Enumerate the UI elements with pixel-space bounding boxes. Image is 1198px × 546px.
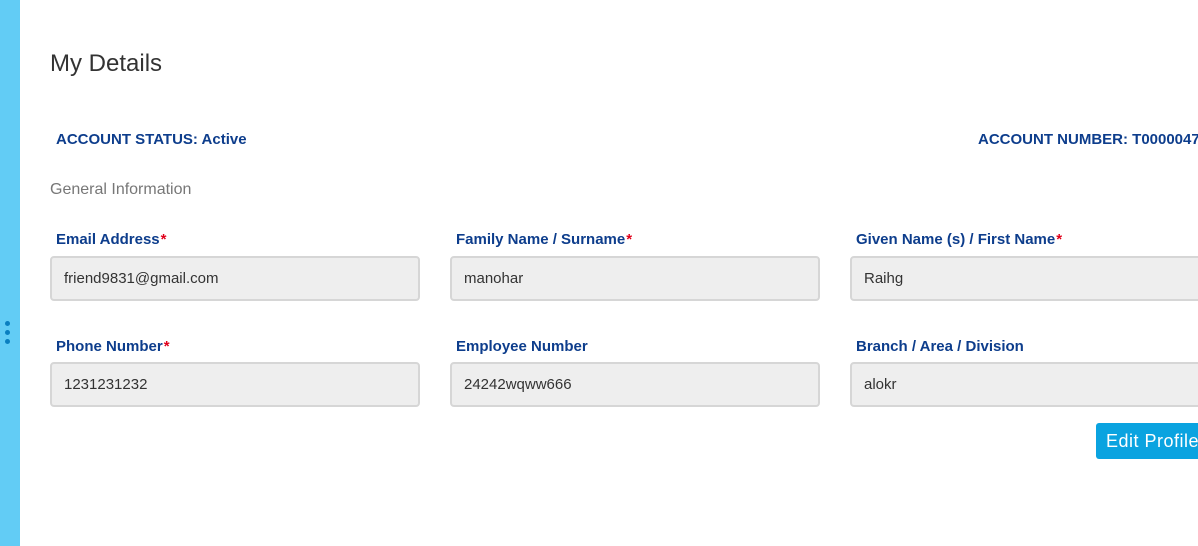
email-field[interactable] <box>50 256 420 301</box>
section-title: General Information <box>50 181 192 198</box>
employee-number-field[interactable] <box>450 362 820 407</box>
page-title: My Details <box>50 50 163 77</box>
required-marker: * <box>626 231 633 248</box>
required-marker: * <box>1056 231 1063 248</box>
phone-label: Phone Number* <box>56 338 170 355</box>
email-label: Email Address* <box>56 231 167 248</box>
branch-label: Branch / Area / Division <box>856 338 1024 355</box>
family-name-label-text: Family Name / Surname <box>456 231 626 248</box>
family-name-field[interactable] <box>450 256 820 301</box>
phone-field[interactable] <box>50 362 420 407</box>
given-name-field[interactable] <box>850 256 1198 301</box>
email-label-text: Email Address <box>56 231 160 248</box>
given-name-label-text: Given Name (s) / First Name <box>856 231 1056 248</box>
family-name-label: Family Name / Surname* <box>456 231 632 248</box>
ellipsis-dot <box>5 339 10 344</box>
edit-profile-button[interactable]: Edit Profile <box>1096 423 1198 459</box>
page-root: My Details ACCOUNT STATUS: Active ACCOUN… <box>0 0 1198 546</box>
side-panel-strip[interactable] <box>0 0 20 546</box>
required-marker: * <box>160 231 167 248</box>
account-number: ACCOUNT NUMBER: T0000047 <box>978 131 1198 148</box>
branch-field[interactable] <box>850 362 1198 407</box>
employee-number-label: Employee Number <box>456 338 588 355</box>
required-marker: * <box>163 338 170 355</box>
given-name-label: Given Name (s) / First Name* <box>856 231 1062 248</box>
phone-label-text: Phone Number <box>56 338 163 355</box>
vertical-ellipsis-icon[interactable] <box>5 321 11 347</box>
ellipsis-dot <box>5 321 10 326</box>
account-status: ACCOUNT STATUS: Active <box>56 131 247 148</box>
ellipsis-dot <box>5 330 10 335</box>
